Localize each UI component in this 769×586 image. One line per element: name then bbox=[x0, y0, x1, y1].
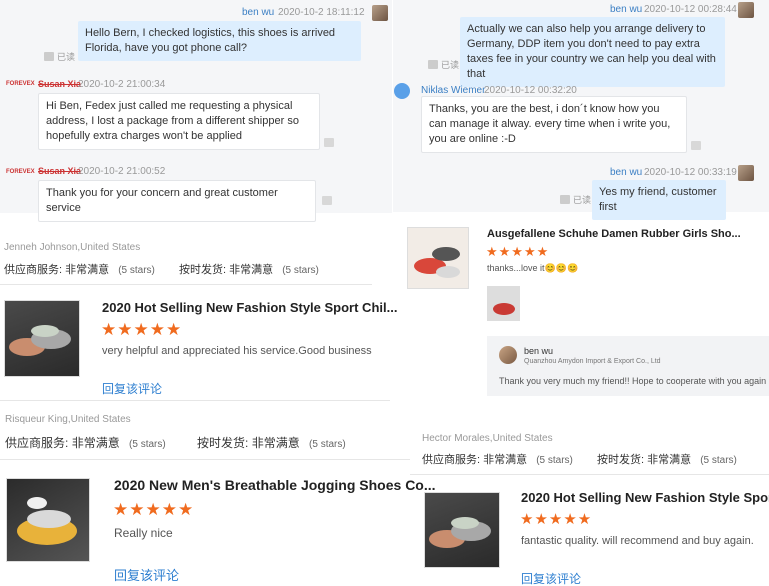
rating-line: 按时发货: 非常满意 (5 stars) bbox=[179, 264, 319, 276]
rating-line: 供应商服务: 非常满意 (5 stars) bbox=[5, 436, 166, 450]
chat-timestamp: 2020-10-12 00:32:20 bbox=[484, 85, 577, 96]
divider bbox=[0, 284, 372, 285]
company-logo: FOREVEX bbox=[6, 169, 35, 175]
rating-line: 按时发货: 非常满意 (5 stars) bbox=[197, 436, 346, 450]
chat-sender-name: ben wu bbox=[242, 7, 275, 18]
chat-bubble-received: Hi Ben, Fedex just called me requesting … bbox=[38, 93, 320, 150]
company-logo: FOREVEX bbox=[6, 81, 35, 87]
divider bbox=[0, 459, 410, 460]
rating-line: 按时发货: 非常满意 (5 stars) bbox=[597, 454, 737, 466]
chat-timestamp: 2020-10-2 18:11:12 bbox=[278, 7, 365, 18]
product-thumbnail[interactable] bbox=[407, 227, 469, 289]
reply-link[interactable]: 回复该评论 bbox=[114, 565, 179, 584]
check-icon bbox=[428, 60, 438, 69]
read-receipt: 已读 bbox=[44, 50, 75, 63]
product-title[interactable]: 2020 Hot Selling New Fashion Style Sport… bbox=[102, 300, 397, 315]
star-rating: ★★★★★ bbox=[113, 500, 195, 519]
reply-text: Thank you very much my friend!! Hope to … bbox=[499, 376, 767, 386]
avatar bbox=[499, 346, 517, 364]
divider bbox=[410, 474, 769, 475]
reply-name: ben wu bbox=[524, 346, 554, 356]
more-icon[interactable] bbox=[691, 141, 701, 150]
reply-link[interactable]: 回复该评论 bbox=[102, 380, 162, 397]
avatar bbox=[738, 2, 754, 18]
chat-bubble-sent: Hello Bern, I checked logistics, this sh… bbox=[78, 21, 361, 61]
chat-timestamp: 2020-10-12 00:33:19 bbox=[644, 167, 737, 178]
shoe-image bbox=[493, 303, 515, 315]
review-comment: Really nice bbox=[114, 526, 173, 540]
chat-bubble-received: Thanks, you are the best, i don´t know h… bbox=[421, 96, 687, 153]
rating-line: 供应商服务: 非常满意 (5 stars) bbox=[4, 264, 155, 276]
check-icon bbox=[560, 195, 570, 204]
divider bbox=[0, 400, 390, 401]
chat-sender-name: Susan Xia bbox=[38, 166, 82, 176]
review-comment: very helpful and appreciated his service… bbox=[102, 345, 372, 357]
shoe-image bbox=[9, 325, 71, 356]
review-photo[interactable] bbox=[487, 286, 520, 321]
shoe-image bbox=[17, 497, 77, 545]
chat-sender-name: Susan Xia bbox=[38, 79, 82, 89]
reviewer-name: Jenneh Johnson,United States bbox=[4, 242, 141, 253]
chat-sender-name: ben wu bbox=[610, 4, 643, 15]
chat-bubble-received: Thank you for your concern and great cus… bbox=[38, 180, 316, 222]
chat-timestamp: 2020-10-2 21:00:52 bbox=[78, 166, 166, 177]
chat-timestamp: 2020-10-2 21:00:34 bbox=[78, 79, 166, 90]
reply-link[interactable]: 回复该评论 bbox=[521, 570, 581, 586]
reply-company: Quanzhou Amydon Import & Export Co., Ltd bbox=[524, 358, 661, 365]
chat-bubble-sent: Yes my friend, customer first bbox=[592, 180, 726, 220]
avatar bbox=[372, 5, 388, 21]
seller-reply-box bbox=[487, 336, 769, 396]
read-receipt: 已读 bbox=[560, 193, 591, 206]
product-thumbnail[interactable] bbox=[424, 492, 500, 568]
rating-line: 供应商服务: 非常满意 (5 stars) bbox=[422, 454, 573, 466]
check-icon bbox=[44, 52, 54, 61]
review-comment: thanks...love it😊😊😊 bbox=[487, 263, 579, 273]
chat-timestamp: 2020-10-12 00:28:44 bbox=[644, 4, 737, 15]
review-comment: fantastic quality. will recommend and bu… bbox=[521, 535, 754, 547]
star-rating: ★★★★★ bbox=[101, 320, 183, 339]
more-icon[interactable] bbox=[322, 196, 332, 205]
read-receipt: 已读 bbox=[428, 58, 459, 71]
product-thumbnail[interactable] bbox=[4, 300, 80, 377]
product-thumbnail[interactable] bbox=[6, 478, 90, 562]
product-title[interactable]: Ausgefallene Schuhe Damen Rubber Girls S… bbox=[487, 228, 741, 240]
chat-sender-name: Niklas Wiemer bbox=[421, 85, 486, 96]
shoe-image bbox=[414, 247, 460, 278]
more-icon[interactable] bbox=[324, 138, 334, 147]
shoe-image bbox=[429, 517, 491, 548]
chat-bubble-sent: Actually we can also help you arrange de… bbox=[460, 17, 725, 87]
avatar bbox=[738, 165, 754, 181]
star-rating: ★★★★★ bbox=[486, 244, 550, 259]
product-title[interactable]: 2020 New Men's Breathable Jogging Shoes … bbox=[114, 477, 436, 493]
avatar bbox=[394, 83, 410, 99]
chat-sender-name: ben wu bbox=[610, 167, 643, 178]
reviewer-name: Risqueur King,United States bbox=[5, 414, 131, 425]
product-title[interactable]: 2020 Hot Selling New Fashion Style Sport… bbox=[521, 490, 769, 505]
reviewer-name: Hector Morales,United States bbox=[422, 433, 553, 444]
star-rating: ★★★★★ bbox=[520, 511, 593, 528]
